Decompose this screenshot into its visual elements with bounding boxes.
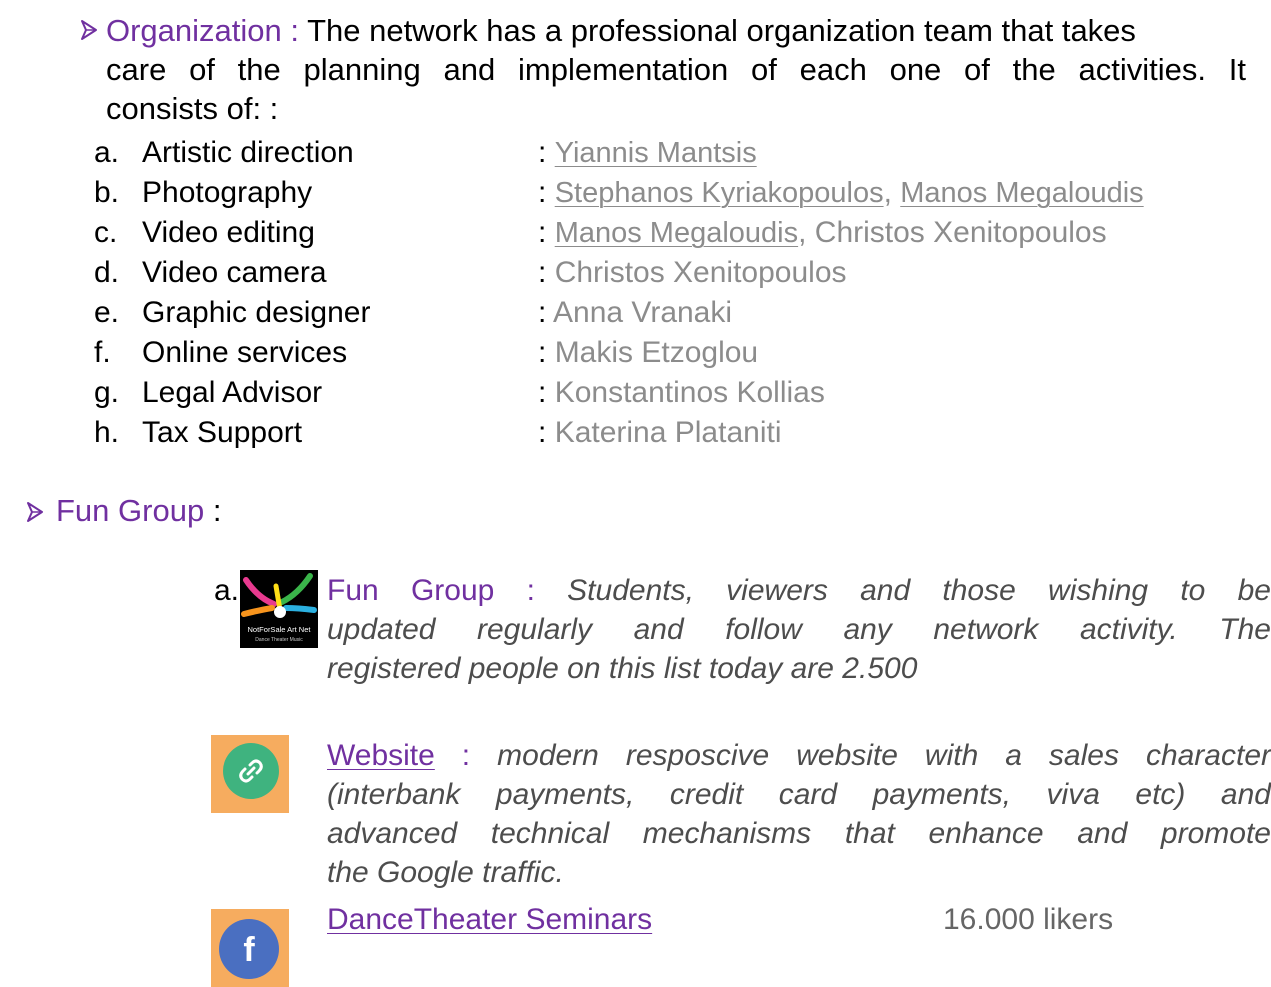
role-label: Photography — [142, 176, 313, 209]
role-label: Video editing — [142, 216, 315, 249]
link-icon — [211, 735, 289, 813]
logo-text: NotForSale Art Net — [248, 625, 312, 634]
role-label: Video camera — [142, 256, 327, 289]
person-link[interactable]: Manos Megaloudis — [900, 177, 1143, 209]
person-name: Konstantinos Kollias — [554, 376, 825, 409]
role-letter: a. — [94, 136, 120, 169]
person-link[interactable]: Manos Megaloudis — [555, 217, 798, 249]
role-label: Graphic designer — [142, 296, 371, 329]
role-label: Legal Advisor — [142, 376, 323, 409]
role-letter: d. — [94, 256, 120, 289]
role-names: : Manos Megaloudis, Christos Xenitopoulo… — [538, 216, 1107, 249]
bullet-arrow-icon — [78, 19, 100, 41]
role-letter: f. — [94, 336, 111, 369]
role-names: : Yiannis Mantsis — [538, 136, 757, 169]
person-name: Katerina Plataniti — [554, 416, 782, 449]
person-name: Anna Vranaki — [553, 296, 733, 329]
organization-paragraph: Organization : The network has a profess… — [106, 11, 1246, 128]
role-names: : Konstantinos Kollias — [538, 376, 825, 409]
fun-item-b-description: Website : modern resposcive website with… — [327, 739, 1271, 889]
role-letter: h. — [94, 416, 120, 449]
role-label: Online services — [142, 336, 348, 369]
fun-group-heading: Fun Group : — [56, 493, 222, 528]
person-link[interactable]: Yiannis Mantsis — [555, 137, 757, 169]
person-link[interactable]: Stephanos Kyriakopoulos — [555, 177, 884, 209]
role-letter: c. — [94, 216, 118, 249]
fun-item-c-title: DanceTheater Seminars — [327, 900, 652, 940]
website-link[interactable]: Website — [327, 739, 435, 772]
likers-count: 16.000 likers — [943, 903, 1114, 936]
role-names: : Christos Xenitopoulos — [538, 256, 847, 289]
role-label: Tax Support — [142, 416, 303, 449]
facebook-icon: f — [211, 909, 289, 987]
nfsan-logo-icon: NotForSale Art Net Dance Theater Music — [240, 570, 318, 648]
role-letter: g. — [94, 376, 120, 409]
fun-item-a-title: Fun Group — [327, 574, 495, 607]
fun-item-a-letter: a. — [214, 574, 240, 607]
bullet-arrow-icon — [24, 501, 46, 523]
role-label: Artistic direction — [142, 136, 354, 169]
organization-line-1: The network has a professional organizat… — [307, 13, 1136, 48]
organization-line-2: care of the planning and implementation … — [106, 52, 1246, 87]
role-names: : Makis Etzoglou — [538, 336, 759, 369]
fun-item-a-description: Fun Group : Students, viewers and those … — [327, 574, 1271, 685]
logo-subtext: Dance Theater Music — [255, 637, 303, 643]
person-name: Christos Xenitopoulos — [554, 256, 847, 289]
organization-line-3: consists of: : — [106, 91, 279, 126]
role-letter: b. — [94, 176, 120, 209]
person-name: Makis Etzoglou — [554, 336, 759, 369]
role-letter: e. — [94, 296, 120, 329]
role-names: : Stephanos Kyriakopoulos, Manos Megalou… — [538, 176, 1144, 209]
role-names: : Katerina Plataniti — [538, 416, 782, 449]
organization-heading: Organization : — [106, 13, 299, 48]
person-name: , Christos Xenitopoulos — [798, 216, 1107, 249]
dancetheater-seminars-link[interactable]: DanceTheater Seminars — [327, 903, 652, 936]
person-name: , — [883, 176, 901, 209]
role-names: : Anna Vranaki — [538, 296, 733, 329]
